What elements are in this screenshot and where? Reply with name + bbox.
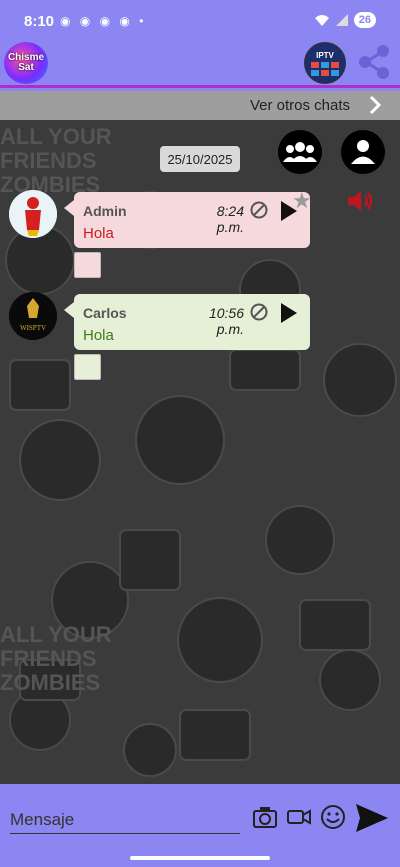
person-icon (351, 140, 375, 164)
share-icon[interactable] (356, 44, 392, 80)
battery-badge: 26 (353, 12, 376, 28)
block-icon[interactable] (250, 201, 268, 219)
play-icon[interactable] (280, 302, 298, 324)
home-indicator[interactable] (130, 856, 270, 860)
avatar-carlos[interactable]: WISPTV (9, 292, 57, 340)
svg-text:ALL YOUR: ALL YOUR (0, 622, 112, 647)
navigation-bar (0, 854, 400, 867)
star-icon[interactable]: ★ (292, 188, 312, 214)
message-sender: Carlos (83, 305, 127, 321)
svg-text:ALL YOUR: ALL YOUR (0, 124, 112, 149)
emoji-icon[interactable] (320, 804, 346, 830)
avatar-carlos-text: WISPTV (19, 324, 47, 332)
status-time: 8:10 (24, 13, 55, 30)
chevron-right-icon (369, 95, 382, 115)
message-text: Hola (83, 225, 114, 242)
input-bar (0, 784, 400, 854)
message-time: 8:24 p.m. (216, 203, 244, 235)
block-icon[interactable] (250, 303, 268, 321)
status-right: 26 (314, 12, 376, 28)
date-chip: 25/10/2025 (160, 146, 240, 172)
app-logo[interactable]: Chisme Sat (4, 42, 48, 84)
app-bar: Chisme Sat IPTV (0, 40, 400, 88)
notification-icons: ◉ ◉ ◉ ◉ • (60, 14, 147, 28)
iptv-grid-icon (311, 61, 339, 76)
group-icon (283, 142, 317, 162)
iptv-label: IPTV (316, 50, 334, 60)
lion-logo-icon (9, 292, 57, 340)
camera-icon[interactable] (252, 804, 278, 830)
other-chats-label: Ver otros chats (249, 97, 350, 114)
avatar-admin-image (9, 190, 57, 238)
status-bar: 8:10 ◉ ◉ ◉ ◉ • 26 (0, 0, 400, 40)
message-time: 10:56 p.m. (208, 305, 244, 337)
wifi-icon (314, 15, 329, 26)
message-text: Hola (83, 327, 114, 344)
profile-button[interactable] (341, 130, 385, 174)
chat-area[interactable]: ALL YOUR FRIENDS ZOMBIES ALL YOUR FRIENDS ZO… (0, 120, 400, 784)
message-sender: Admin (83, 203, 127, 219)
svg-text:FRIENDS: FRIENDS (0, 148, 97, 173)
group-button[interactable] (278, 130, 322, 174)
attachment-box[interactable] (74, 354, 101, 380)
avatar-admin[interactable] (9, 190, 57, 238)
message-input[interactable] (10, 806, 240, 834)
attachment-box[interactable] (74, 252, 101, 278)
signal-icon (335, 14, 348, 26)
other-chats-bar[interactable]: Ver otros chats (0, 91, 400, 120)
send-icon[interactable] (354, 802, 390, 834)
bubble-tail (64, 200, 74, 216)
video-camera-icon[interactable] (286, 804, 312, 830)
iptv-button[interactable]: IPTV (304, 42, 346, 84)
message-bubble[interactable]: Admin 8:24 p.m. Hola (74, 192, 310, 248)
app-logo-text: Chisme Sat (7, 52, 45, 73)
message-bubble[interactable]: Carlos 10:56 p.m. Hola (74, 294, 310, 350)
svg-text:ZOMBIES: ZOMBIES (0, 670, 100, 695)
bubble-tail (64, 302, 74, 318)
speaker-icon[interactable] (346, 188, 374, 214)
svg-text:FRIENDS: FRIENDS (0, 646, 97, 671)
